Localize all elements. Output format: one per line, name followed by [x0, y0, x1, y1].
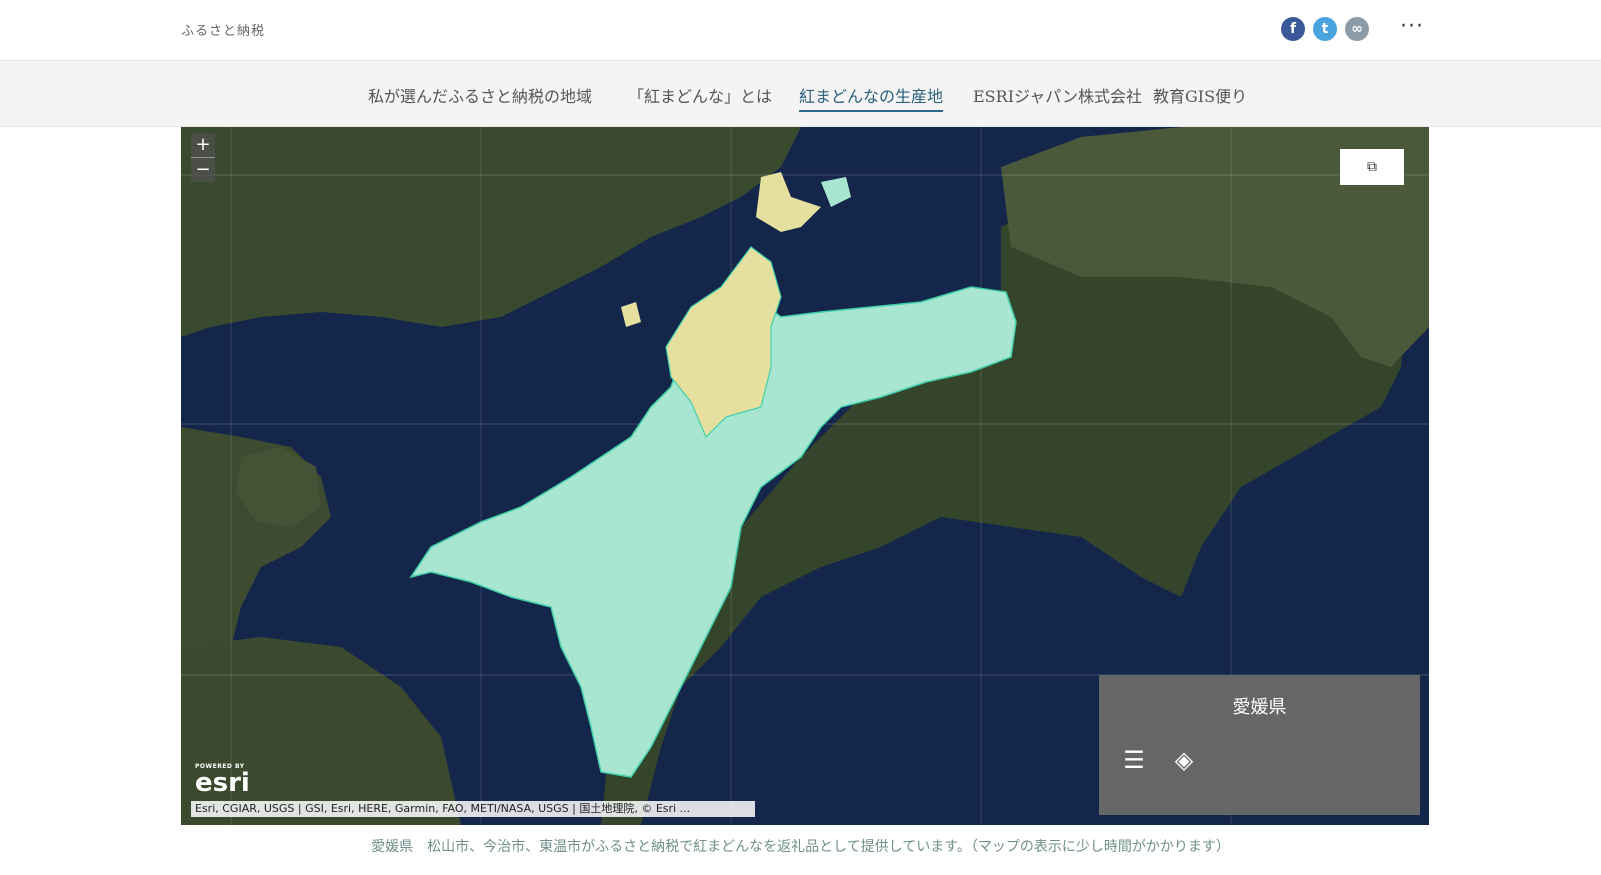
facebook-icon[interactable]: f: [1281, 17, 1305, 41]
legend-title: 愛媛県: [1232, 697, 1287, 718]
esri-logo: POWERED BY esri: [195, 763, 250, 796]
twitter-icon[interactable]: t: [1313, 17, 1337, 41]
more-icon[interactable]: ···: [1400, 14, 1424, 39]
top-bar: ふるさと納税 f t ∞ ···: [0, 0, 1601, 60]
layers-icon[interactable]: ◈: [1169, 745, 1199, 775]
zoom-in-button[interactable]: +: [191, 133, 215, 158]
external-link-icon[interactable]: ⧉: [1340, 149, 1404, 185]
map-view[interactable]: + − ⧉ 愛媛県 ☰ ◈ POWERED BY esri Esri, CGIA…: [181, 127, 1429, 825]
nav-item-region[interactable]: 私が選んだふるさと納税の地域: [368, 83, 592, 107]
zoom-controls: + −: [191, 133, 215, 182]
link-icon[interactable]: ∞: [1345, 17, 1369, 41]
nav-bar: 私が選んだふるさと納税の地域 「紅まどんな」とは 紅まどんなの生産地 ESRIジ…: [0, 60, 1601, 127]
map-attribution: Esri, CGIAR, USGS | GSI, Esri, HERE, Gar…: [191, 801, 755, 817]
nav-item-production[interactable]: 紅まどんなの生産地: [799, 83, 944, 112]
legend-panel: 愛媛県 ☰ ◈: [1099, 675, 1420, 815]
site-title[interactable]: ふるさと納税: [181, 20, 265, 39]
map-caption: 愛媛県 松山市、今治市、東温市がふるさと納税で紅まどんなを返礼品として提供してい…: [371, 839, 1230, 855]
nav-item-esri[interactable]: ESRIジャパン株式会社: [973, 83, 1142, 107]
esri-wordmark: esri: [195, 768, 250, 798]
nav-item-about[interactable]: 「紅まどんな」とは: [628, 83, 772, 107]
zoom-out-button[interactable]: −: [191, 158, 215, 182]
nav-item-gis[interactable]: 教育GIS便り: [1153, 83, 1247, 107]
list-icon[interactable]: ☰: [1119, 745, 1149, 775]
